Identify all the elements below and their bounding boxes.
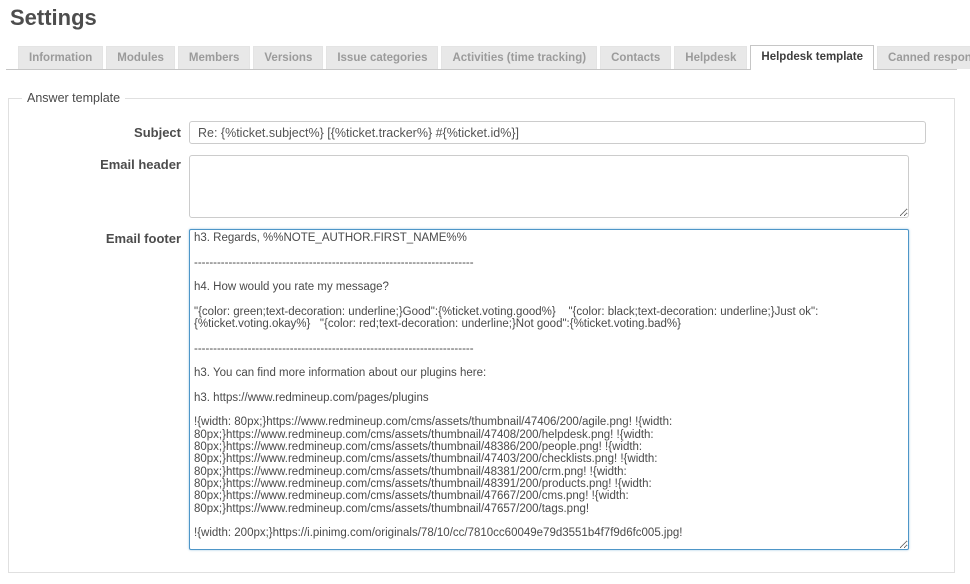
subject-label: Subject <box>9 121 189 140</box>
tab-modules[interactable]: Modules <box>106 46 175 69</box>
tab-canned-responses[interactable]: Canned responses <box>877 46 970 69</box>
tab-members[interactable]: Members <box>178 46 251 69</box>
tab-information[interactable]: Information <box>18 46 103 69</box>
tab-activities-time-tracking[interactable]: Activities (time tracking) <box>441 46 597 69</box>
page-title: Settings <box>10 5 970 31</box>
tab-helpdesk-template[interactable]: Helpdesk template <box>750 45 874 70</box>
tab-helpdesk[interactable]: Helpdesk <box>674 46 747 69</box>
tab-bar: InformationModulesMembersVersionsIssue c… <box>6 44 957 70</box>
email-footer-label: Email footer <box>9 229 189 246</box>
email-footer-textarea[interactable]: h3. Regards, %%NOTE_AUTHOR.FIRST_NAME%% … <box>189 229 909 550</box>
email-header-label: Email header <box>9 155 189 172</box>
tab-list: InformationModulesMembersVersionsIssue c… <box>18 45 970 69</box>
subject-input[interactable] <box>189 121 926 144</box>
tab-versions[interactable]: Versions <box>253 46 323 69</box>
tab-contacts[interactable]: Contacts <box>600 46 671 69</box>
answer-template-legend: Answer template <box>22 91 125 105</box>
tab-issue-categories[interactable]: Issue categories <box>326 46 438 69</box>
email-footer-row: Email footer h3. Regards, %%NOTE_AUTHOR.… <box>9 229 954 550</box>
email-header-textarea[interactable] <box>189 155 909 218</box>
email-header-row: Email header <box>9 155 954 218</box>
answer-template-fieldset: Answer template Subject Email header Ema… <box>8 91 955 573</box>
subject-row: Subject <box>9 121 954 144</box>
